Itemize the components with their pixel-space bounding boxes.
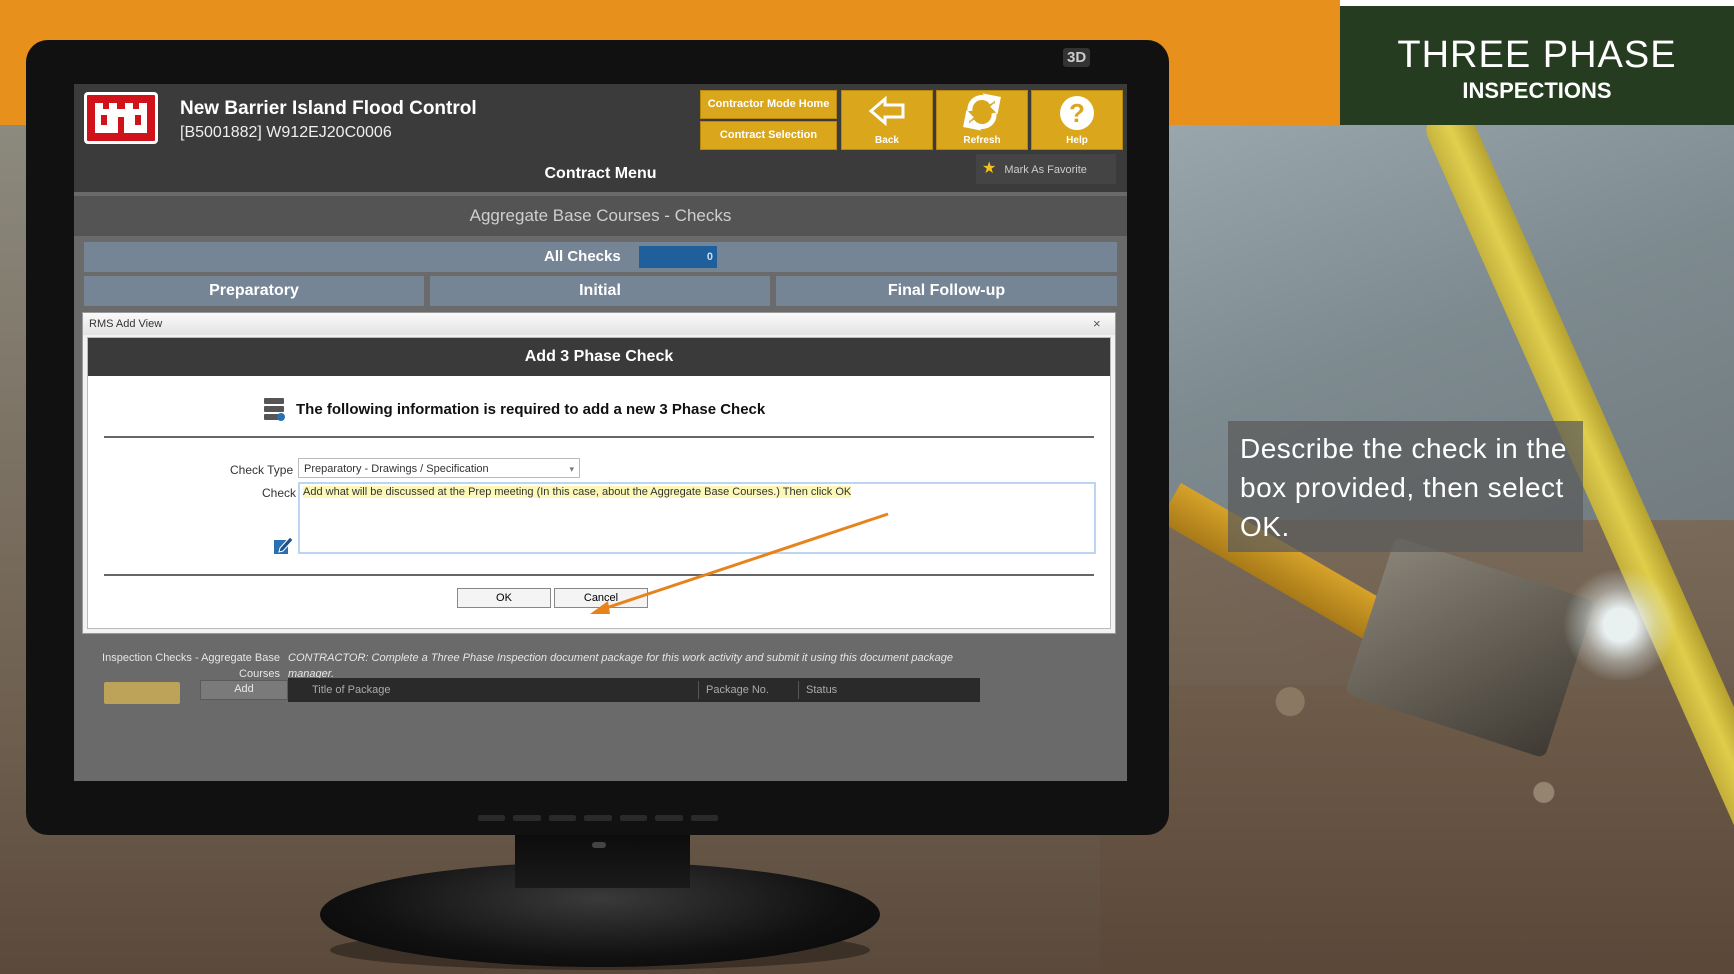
monitor-control	[655, 815, 683, 821]
dialog-header: Add 3 Phase Check	[88, 338, 1110, 376]
column-divider	[798, 681, 799, 699]
check-description-text: Add what will be discussed at the Prep m…	[303, 486, 852, 498]
star-icon: ★	[982, 160, 997, 177]
divider	[104, 436, 1094, 438]
tab-preparatory[interactable]: Preparatory	[84, 276, 424, 306]
check-type-label: Check Type	[230, 463, 294, 477]
section-title: Aggregate Base Courses - Checks	[74, 196, 1127, 236]
dialog-window-title: RMS Add View	[89, 318, 163, 330]
back-arrow-icon	[842, 93, 932, 133]
monitor-control	[548, 815, 577, 821]
info-row: The following information is required to…	[262, 396, 765, 422]
contract-selection-button[interactable]: Contract Selection	[700, 121, 837, 150]
monitor-control	[584, 815, 612, 821]
monitor-control	[690, 815, 718, 821]
instruction-panel: Describe the check in the box provided, …	[1228, 421, 1583, 552]
all-checks-count: 0	[639, 246, 717, 268]
monitor-controls	[478, 815, 718, 829]
edit-icon[interactable]	[272, 534, 294, 556]
favorite-label: Mark As Favorite	[1004, 164, 1087, 176]
inspection-checks-label: Inspection Checks - Aggregate Base Cours…	[102, 652, 280, 680]
contractor-mode-home-button[interactable]: Contractor Mode Home	[700, 90, 837, 119]
castle-icon	[95, 103, 147, 133]
contract-menu-title: Contract Menu	[544, 165, 657, 182]
mark-as-favorite-button[interactable]: ★ Mark As Favorite	[976, 154, 1116, 184]
course-title: THREE PHASE	[1397, 34, 1677, 76]
monitor-control	[478, 815, 506, 821]
cancel-button[interactable]: Cancel	[554, 588, 648, 608]
database-icon	[262, 396, 288, 422]
folder-icon	[104, 682, 180, 704]
svg-text:?: ?	[1069, 98, 1085, 128]
dialog-titlebar: RMS Add View ×	[83, 313, 1115, 335]
monitor-control	[619, 815, 648, 821]
check-description-textarea[interactable]: Add what will be discussed at the Prep m…	[298, 482, 1096, 554]
monitor-stand-neck	[515, 830, 690, 888]
project-name: New Barrier Island Flood Control	[180, 98, 477, 119]
help-label: Help	[1066, 135, 1088, 146]
course-subtitle: INSPECTIONS	[1462, 78, 1612, 103]
tab-final-follow-up[interactable]: Final Follow-up	[776, 276, 1117, 306]
check-type-select[interactable]: Preparatory - Drawings / Specification ▾	[298, 458, 580, 478]
column-package-no[interactable]: Package No.	[706, 678, 769, 702]
monitor-screen: New Barrier Island Flood Control [B50018…	[74, 84, 1127, 781]
power-led	[592, 842, 606, 848]
tab-initial[interactable]: Initial	[430, 276, 770, 306]
all-checks-bar[interactable]: All Checks 0	[84, 242, 1117, 272]
refresh-label: Refresh	[963, 135, 1001, 146]
back-button[interactable]: Back	[841, 90, 933, 150]
package-table-header: Title of Package Package No. Status	[288, 678, 980, 702]
ok-button[interactable]: OK	[457, 588, 551, 608]
monitor-3d-badge: 3D	[1063, 48, 1091, 67]
water-splash	[1560, 570, 1680, 680]
back-label: Back	[875, 135, 899, 146]
all-checks-label: All Checks	[544, 248, 621, 265]
help-icon: ?	[1032, 93, 1122, 133]
add-package-button[interactable]: Add	[200, 680, 288, 700]
divider	[104, 574, 1094, 576]
help-button[interactable]: ? Help	[1031, 90, 1123, 150]
check-type-value: Preparatory - Drawings / Specification	[304, 463, 489, 475]
refresh-button[interactable]: Refresh	[936, 90, 1028, 150]
check-label: Check	[262, 486, 297, 500]
dialog-body: Add 3 Phase Check The following informat…	[87, 337, 1111, 629]
column-status[interactable]: Status	[806, 678, 837, 702]
project-code: [B5001882] W912EJ20C0006	[180, 124, 392, 141]
refresh-icon	[937, 93, 1027, 133]
column-divider	[698, 681, 699, 699]
rms-add-view-dialog: RMS Add View × Add 3 Phase Check The fol…	[82, 312, 1116, 634]
usace-castle-logo	[84, 92, 158, 144]
info-text: The following information is required to…	[296, 400, 766, 418]
close-icon[interactable]: ×	[1093, 313, 1101, 335]
column-title-of-package[interactable]: Title of Package	[312, 678, 390, 702]
monitor-control	[513, 815, 541, 821]
app-header: New Barrier Island Flood Control [B50018…	[74, 84, 1127, 192]
course-title-box: THREE PHASE INSPECTIONS	[1340, 6, 1734, 125]
chevron-down-icon: ▾	[569, 464, 574, 474]
